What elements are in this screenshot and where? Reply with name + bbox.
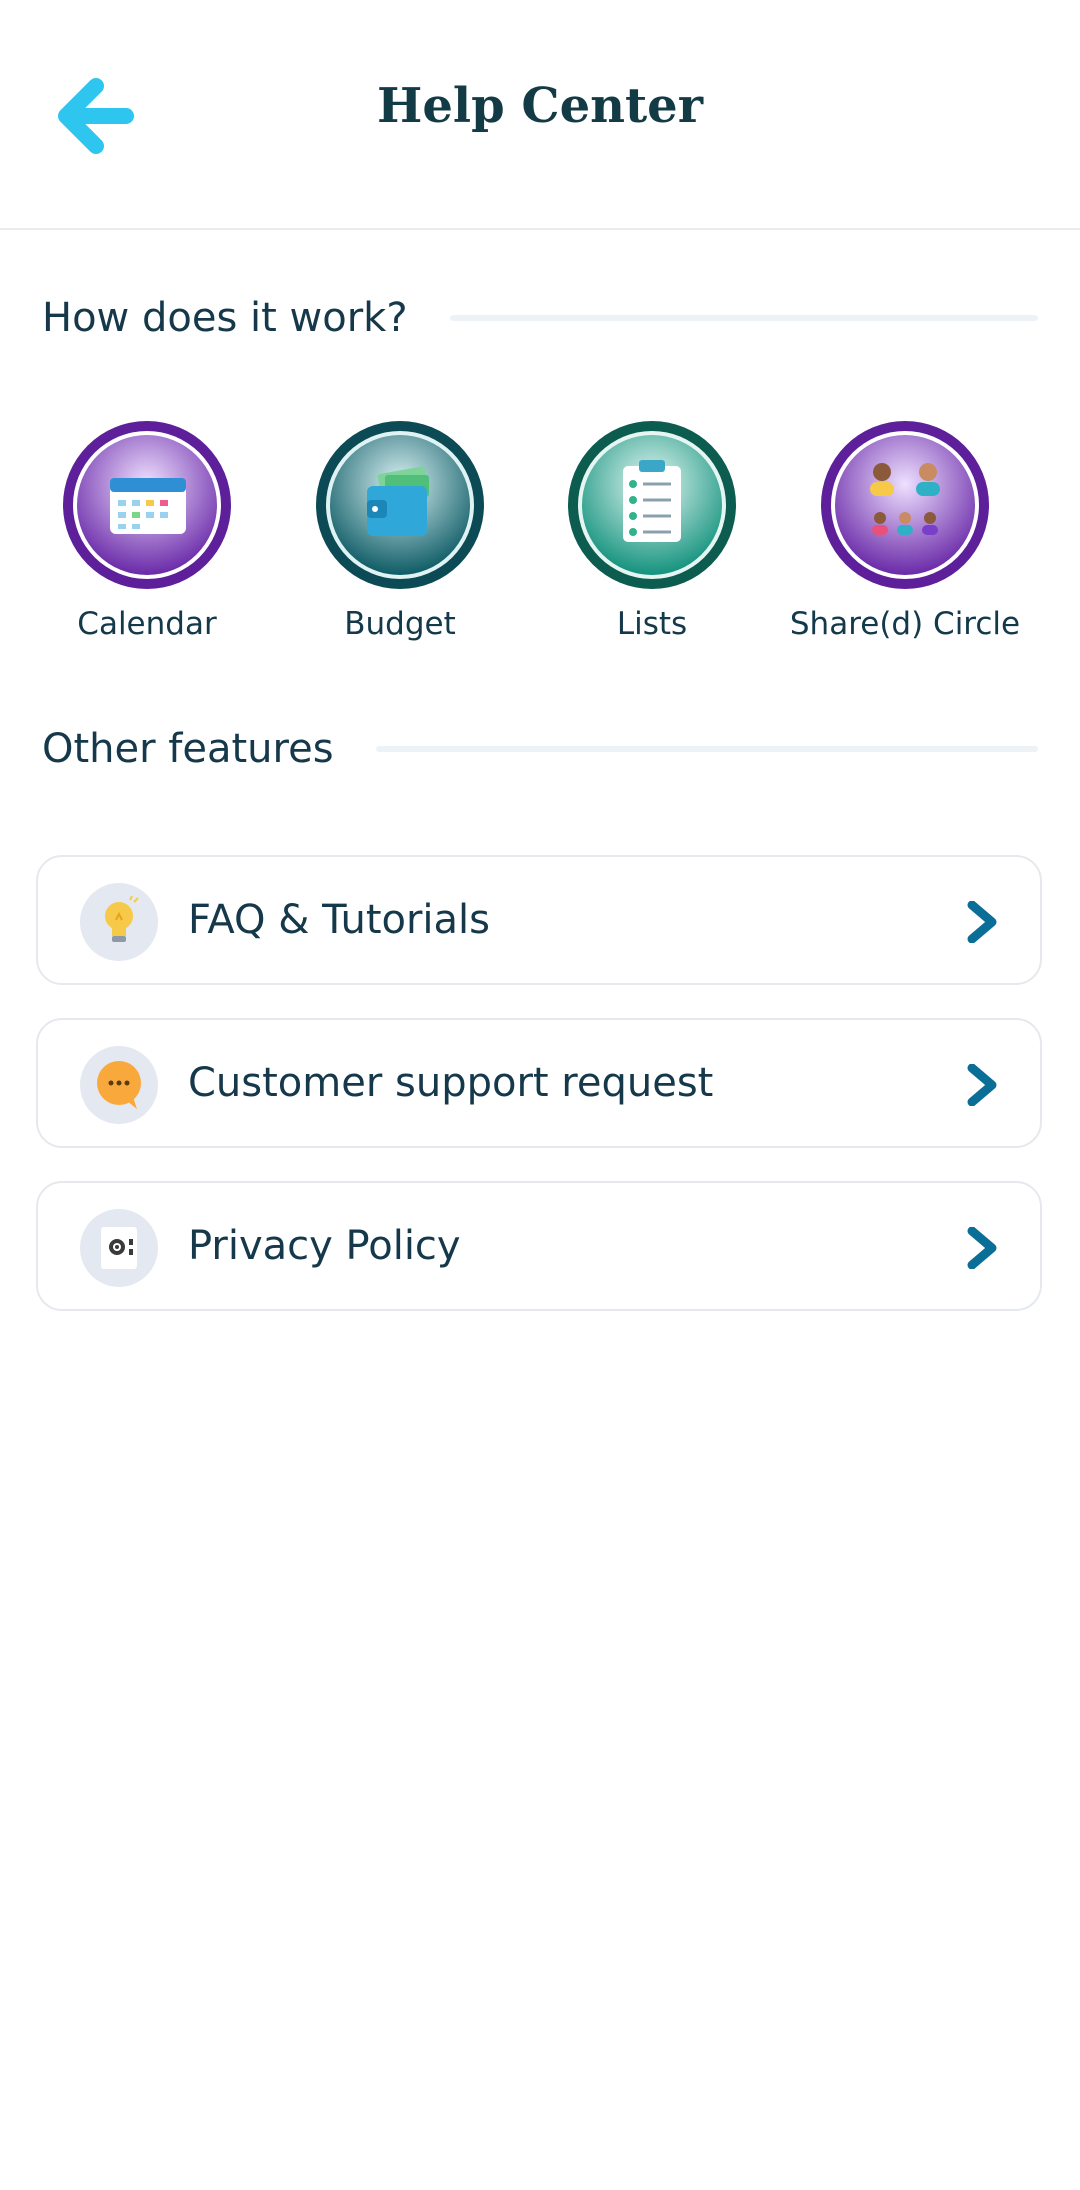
divider bbox=[449, 315, 1038, 321]
category-label: Budget bbox=[344, 606, 456, 642]
section-how-it-works: How does it work? bbox=[42, 295, 1038, 341]
chat-bubble-icon bbox=[97, 1061, 141, 1109]
icon-badge bbox=[80, 1046, 158, 1124]
page-title: Help Center bbox=[376, 78, 704, 134]
icon-badge bbox=[80, 1209, 158, 1287]
category-row: Calendar Budget Lists Share(d) Circle bbox=[0, 420, 1080, 660]
item-label: Privacy Policy bbox=[188, 1223, 461, 1269]
wallet-icon bbox=[316, 421, 484, 589]
category-lists[interactable]: Lists bbox=[532, 420, 772, 642]
privacy-policy-item[interactable]: Privacy Policy bbox=[36, 1181, 1042, 1311]
customer-support-item[interactable]: Customer support request bbox=[36, 1018, 1042, 1148]
item-label: FAQ & Tutorials bbox=[188, 897, 490, 943]
category-calendar[interactable]: Calendar bbox=[27, 420, 267, 642]
app-header: Help Center bbox=[0, 0, 1080, 230]
calendar-icon bbox=[63, 421, 231, 589]
chevron-right-icon bbox=[967, 1227, 997, 1269]
category-label: Lists bbox=[616, 606, 688, 642]
category-label: Share(d) Circle bbox=[789, 606, 1021, 642]
section-other-features: Other features bbox=[42, 726, 1038, 772]
faq-tutorials-item[interactable]: FAQ & Tutorials bbox=[36, 855, 1042, 985]
section-title: Other features bbox=[42, 726, 334, 772]
clipboard-icon bbox=[568, 421, 736, 589]
divider bbox=[375, 746, 1038, 752]
item-label: Customer support request bbox=[188, 1060, 714, 1106]
lightbulb-icon bbox=[105, 896, 139, 942]
chevron-right-icon bbox=[967, 901, 997, 943]
category-shared-circle[interactable]: Share(d) Circle bbox=[785, 420, 1025, 642]
category-budget[interactable]: Budget bbox=[280, 420, 520, 642]
category-label: Calendar bbox=[77, 606, 217, 642]
section-title: How does it work? bbox=[42, 295, 408, 341]
icon-badge bbox=[80, 883, 158, 961]
people-icon bbox=[821, 421, 989, 589]
privacy-document-icon bbox=[101, 1227, 137, 1269]
chevron-right-icon bbox=[967, 1064, 997, 1106]
